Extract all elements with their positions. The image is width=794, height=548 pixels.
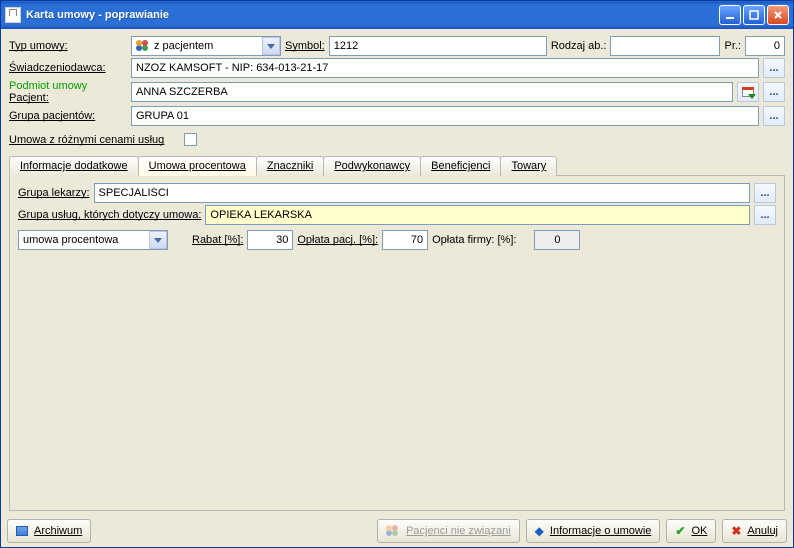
label-rodzaj-ab: Rodzaj ab.: [551, 40, 607, 52]
pacjent-calendar-button[interactable] [737, 82, 759, 102]
swiadczeniodawca-browse-button[interactable]: ... [763, 58, 785, 78]
people-icon [136, 40, 150, 52]
info-icon: ◆ [535, 525, 544, 537]
tab-znaczniki[interactable]: Znaczniki [256, 156, 324, 176]
grupa-uslug-browse-button[interactable]: ... [754, 205, 776, 225]
label-pr: Pr.: [724, 40, 741, 52]
tab-podwykonawcy[interactable]: Podwykonawcy [323, 156, 421, 176]
archiwum-button[interactable]: Archiwum [7, 519, 91, 543]
maximize-button[interactable] [743, 5, 765, 25]
rabat-input[interactable] [247, 230, 293, 250]
check-icon: ✔ [675, 525, 685, 537]
tab-towary[interactable]: Towary [500, 156, 557, 176]
typ-umowy-proc-combo[interactable]: umowa procentowa [18, 230, 168, 250]
label-rabat: Rabat [%]: [192, 234, 243, 246]
typ-umowy-dropdown-button[interactable] [262, 37, 280, 55]
typ-umowy-value: z pacjentem [154, 40, 213, 52]
close-button[interactable] [767, 5, 789, 25]
grupa-uslug-input[interactable] [205, 205, 750, 225]
cancel-icon: ✖ [731, 525, 741, 537]
tab-umowa-procentowa[interactable]: Umowa procentowa [138, 156, 257, 176]
tab-body: Grupa lekarzy: ... Grupa usług, których … [9, 176, 785, 511]
people-icon [386, 525, 400, 537]
label-swiadczeniodawca: Świadczeniodawca: [9, 62, 127, 74]
ok-label: OK [691, 525, 707, 537]
window-title: Karta umowy - poprawianie [26, 9, 719, 21]
footer: Archiwum Pacjenci nie związani ◆ Informa… [1, 515, 793, 547]
label-umowa-rozne-ceny: Umowa z różnymi cenami usług [9, 134, 164, 146]
tab-info[interactable]: Informacje dodatkowe [9, 156, 139, 176]
oplata-pacj-input[interactable] [382, 230, 428, 250]
label-podmiot-umowy: Podmiot umowy [9, 80, 127, 92]
oplata-firmy-display [534, 230, 580, 250]
grupa-pacjentow-browse-button[interactable]: ... [763, 106, 785, 126]
window-buttons [719, 5, 789, 25]
label-oplata-pacj: Opłata pacj. [%]: [297, 234, 378, 246]
label-grupa-lekarzy: Grupa lekarzy: [18, 187, 90, 199]
informacje-o-umowie-label: Informacje o umowie [550, 525, 652, 537]
tabs-bar: Informacje dodatkowe Umowa procentowa Zn… [9, 155, 785, 176]
minimize-button[interactable] [719, 5, 741, 25]
calendar-icon [742, 87, 754, 97]
umowa-rozne-ceny-checkbox[interactable] [184, 133, 197, 146]
label-grupa-pacjentow: Grupa pacjentów: [9, 110, 127, 122]
window: Karta umowy - poprawianie Typ umowy: z p… [0, 0, 794, 548]
typ-umowy-combo[interactable]: z pacjentem [131, 36, 281, 56]
pacjent-input[interactable] [131, 82, 733, 102]
typ-umowy-proc-value: umowa procentowa [23, 234, 118, 246]
label-pacjent: Pacjent: [9, 92, 127, 104]
tab-beneficjenci[interactable]: Beneficjenci [420, 156, 501, 176]
ok-button[interactable]: ✔ OK [666, 519, 716, 543]
label-oplata-firmy: Opłata firmy: [%]: [432, 234, 516, 246]
typ-umowy-proc-dropdown-button[interactable] [149, 231, 167, 249]
pacjenci-nie-zwiazani-label: Pacjenci nie związani [406, 525, 511, 537]
anuluj-button[interactable]: ✖ Anuluj [722, 519, 787, 543]
label-typ-umowy: Typ umowy: [9, 40, 127, 52]
app-icon [5, 7, 21, 23]
informacje-o-umowie-button[interactable]: ◆ Informacje o umowie [526, 519, 661, 543]
pr-input[interactable] [745, 36, 785, 56]
label-grupa-uslug: Grupa usług, których dotyczy umowa: [18, 209, 201, 221]
archive-icon [16, 526, 28, 536]
pacjent-browse-button[interactable]: ... [763, 82, 785, 102]
grupa-lekarzy-input[interactable] [94, 183, 750, 203]
content: Typ umowy: z pacjentem Symbol: Rodzaj ab… [1, 29, 793, 515]
label-podmiot-pacjent: Podmiot umowy Pacjent: [9, 80, 127, 104]
titlebar: Karta umowy - poprawianie [1, 1, 793, 29]
swiadczeniodawca-input[interactable] [131, 58, 759, 78]
archiwum-label: Archiwum [34, 525, 82, 537]
pacjenci-nie-zwiazani-button: Pacjenci nie związani [377, 519, 520, 543]
rodzaj-ab-input[interactable] [610, 36, 720, 56]
label-symbol: Symbol: [285, 40, 325, 52]
grupa-pacjentow-input[interactable] [131, 106, 759, 126]
symbol-input[interactable] [329, 36, 547, 56]
grupa-lekarzy-browse-button[interactable]: ... [754, 183, 776, 203]
anuluj-label: Anuluj [747, 525, 778, 537]
